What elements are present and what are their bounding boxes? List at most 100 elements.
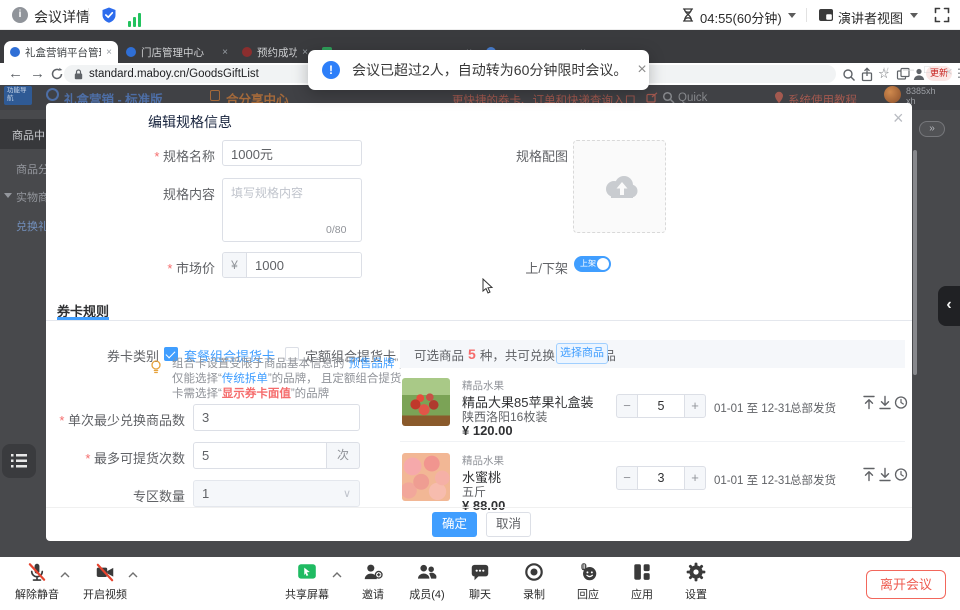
tab-close-icon[interactable]: × <box>222 47 228 58</box>
toast-info-icon: ! <box>322 61 340 79</box>
min-exchange-label: 单次最少兑换商品数 <box>55 410 185 429</box>
invite-icon <box>362 561 384 583</box>
window-minimize-icon[interactable]: — <box>903 64 914 76</box>
tab-close-icon[interactable]: × <box>106 47 112 58</box>
hourglass-icon <box>682 8 694 22</box>
window-maximize-icon[interactable]: □ <box>924 64 931 76</box>
toolbar-settings[interactable]: 设置 <box>665 560 727 602</box>
view-dropdown-icon[interactable] <box>910 13 918 18</box>
back-icon[interactable]: ← <box>8 65 23 82</box>
meeting-details-label[interactable]: 会议详情 <box>34 7 90 27</box>
share-options-chevron-icon[interactable] <box>332 572 342 578</box>
fullscreen-icon[interactable] <box>934 7 950 23</box>
market-price-field[interactable]: ¥ <box>222 252 362 278</box>
card-type-tip: 组合卡设置受限于商品基本信息的“预售品牌”，仅能选择“传统拆单”的品牌， 且定额… <box>172 357 410 402</box>
divider <box>806 8 807 22</box>
cloud-upload-icon <box>601 172 639 202</box>
toast-close-icon[interactable]: × <box>637 61 646 79</box>
move-bottom-icon[interactable] <box>878 395 892 410</box>
security-shield-icon[interactable] <box>100 6 118 24</box>
lock-icon <box>74 69 83 80</box>
menu-dots-icon[interactable]: ⋮ <box>953 66 960 80</box>
qty-decrease-button[interactable]: − <box>616 466 638 490</box>
video-options-chevron-icon[interactable] <box>128 572 138 578</box>
product-date-range: 01-01 至 12-31 <box>714 472 791 488</box>
qty-increase-button[interactable]: + <box>684 466 706 490</box>
confirm-button[interactable]: 确定 <box>432 512 477 537</box>
toolbar-start-video[interactable]: 开启视频 <box>74 560 136 602</box>
side-panel-handle[interactable]: ‹ <box>938 286 960 326</box>
window-menu-icon[interactable]: ∨ <box>882 64 890 77</box>
expand-panel-button[interactable]: » <box>919 121 945 137</box>
zoom-icon[interactable] <box>842 68 856 82</box>
select-products-button[interactable]: 选择商品 <box>556 343 608 364</box>
edit-spec-dialog: 编辑规格信息 × 规格名称 规格内容 0/80 市场价 ¥ 规格配图 上/下架 … <box>46 103 912 541</box>
page-scrollbar[interactable] <box>913 150 917 375</box>
spec-name-input[interactable] <box>222 140 362 166</box>
clock-icon[interactable] <box>894 467 908 482</box>
share-icon[interactable] <box>860 67 874 82</box>
image-upload-box[interactable] <box>573 140 666 233</box>
toolbar-reaction[interactable]: 回应 <box>557 560 619 602</box>
sidebar-item-redeem[interactable]: 兑换礼 <box>16 218 49 234</box>
reload-icon[interactable] <box>50 67 64 81</box>
leave-meeting-button[interactable]: 离开会议 <box>866 570 946 599</box>
toolbar-record[interactable]: 录制 <box>503 560 565 602</box>
sidebar-group-label: 商品中 <box>12 127 45 143</box>
section-divider <box>46 320 912 321</box>
min-exchange-input[interactable] <box>193 404 360 431</box>
mic-options-chevron-icon[interactable] <box>60 572 70 578</box>
floating-list-button[interactable] <box>2 444 36 478</box>
browser-tab[interactable]: 预约成功 × <box>236 41 314 63</box>
browser-tab[interactable]: 门店管理中心 × <box>120 41 234 63</box>
lightbulb-icon <box>150 360 162 375</box>
selectable-count: 5 <box>468 346 476 362</box>
qty-value[interactable]: 5 <box>638 394 684 418</box>
sidebar-caret-icon <box>4 193 12 198</box>
product-image <box>402 453 450 501</box>
avatar[interactable] <box>884 86 901 103</box>
move-top-icon[interactable] <box>862 395 876 410</box>
toast-text: 会议已超过2人，自动转为60分钟限时会议。 <box>352 60 627 80</box>
market-price-input[interactable] <box>247 253 361 277</box>
max-pickup-input[interactable] <box>193 442 327 469</box>
external-link-icon[interactable] <box>646 92 658 103</box>
timer-dropdown-icon[interactable] <box>788 13 796 18</box>
view-layout-icon[interactable] <box>818 8 834 22</box>
toolbar-unmute[interactable]: 解除静音 <box>6 560 68 602</box>
qty-decrease-button[interactable]: − <box>616 394 638 418</box>
toolbar-apps[interactable]: 应用 <box>611 560 673 602</box>
toolbar-share-screen[interactable]: 共享屏幕 <box>276 560 338 602</box>
camera-off-icon <box>94 561 116 583</box>
meeting-info-icon[interactable]: i <box>12 7 28 23</box>
window-close-icon[interactable]: × <box>945 64 953 79</box>
qty-increase-button[interactable]: + <box>684 394 706 418</box>
network-signal-icon[interactable] <box>128 9 143 27</box>
view-mode-label[interactable]: 演讲者视图 <box>838 8 903 27</box>
product-brand: 精品水果 <box>462 453 504 468</box>
dialog-title: 编辑规格信息 <box>148 112 232 132</box>
qty-value[interactable]: 3 <box>638 466 684 490</box>
product-price: ¥ 120.00 <box>462 423 513 438</box>
dialog-close-icon[interactable]: × <box>893 109 904 127</box>
browser-tab-active[interactable]: 礼盒营销平台管理中心 × <box>4 41 118 63</box>
sidebar-item-physical[interactable]: 实物商 <box>16 189 49 205</box>
toolbar-invite[interactable]: 邀请 <box>342 560 404 602</box>
zone-count-select[interactable]: 1∨ <box>193 480 360 507</box>
toolbar-chat[interactable]: 聊天 <box>449 560 511 602</box>
shelf-toggle[interactable]: 上架 <box>574 256 611 272</box>
nav-toggle-button[interactable]: 功能导航 <box>4 86 32 105</box>
screen-share-icon <box>296 561 318 583</box>
mic-off-icon <box>26 561 48 583</box>
product-date-range: 01-01 至 12-31 <box>714 400 791 416</box>
forward-icon[interactable]: → <box>30 65 45 82</box>
list-icon <box>10 453 28 469</box>
sidebar-item-category[interactable]: 商品分 <box>16 161 49 177</box>
cancel-button[interactable]: 取消 <box>486 512 531 537</box>
tab-favicon <box>242 47 252 57</box>
select-caret-icon: ∨ <box>343 487 351 500</box>
move-bottom-icon[interactable] <box>878 467 892 482</box>
clock-icon[interactable] <box>894 395 908 410</box>
move-top-icon[interactable] <box>862 467 876 482</box>
meeting-toast: ! 会议已超过2人，自动转为60分钟限时会议。 × <box>308 50 649 90</box>
